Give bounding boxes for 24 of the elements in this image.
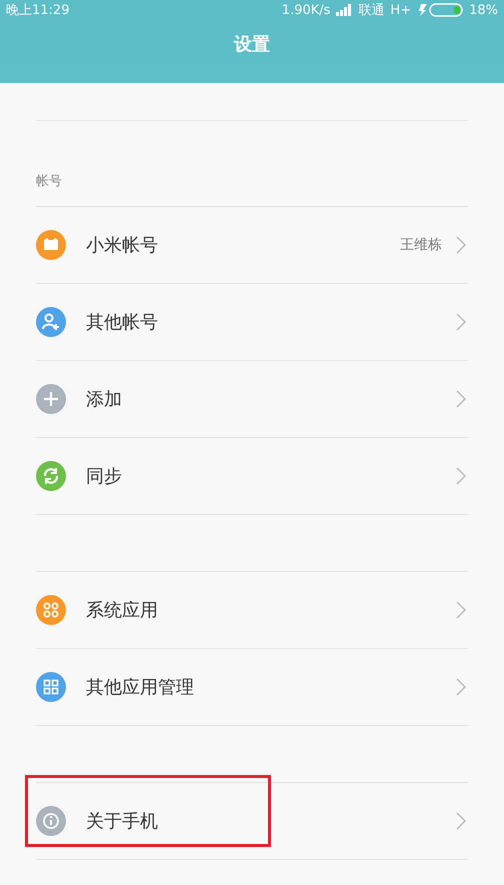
page-title: 设置 — [234, 34, 270, 55]
settings-item[interactable]: 系统应用 — [86, 598, 456, 622]
settings-item[interactable]: 添加 — [86, 387, 456, 411]
settings-item[interactable]: 关于手机 — [86, 809, 456, 833]
settings-item[interactable]: 其他帐号 — [86, 310, 456, 334]
settings-item[interactable]: 其他应用管理 — [86, 675, 456, 699]
chevron-icon — [456, 236, 466, 254]
chevron-icon — [456, 390, 466, 408]
battery-percent: 18% — [469, 2, 498, 18]
network-type: H+ — [390, 2, 412, 18]
settings-item[interactable]: 同步 — [86, 464, 456, 488]
signal-icon — [336, 4, 352, 16]
chevron-icon — [456, 313, 466, 331]
account-name: 王维栋 — [400, 236, 442, 254]
section-label: 帐号 — [36, 173, 62, 190]
chevron-icon — [456, 467, 466, 485]
settings-item[interactable]: 小米帐号 — [86, 233, 400, 257]
carrier-name: 联通 — [358, 2, 384, 19]
clock: 晚上11:29 — [6, 2, 70, 19]
chevron-icon — [456, 601, 466, 619]
network-speed: 1.90K/s — [282, 2, 330, 18]
chevron-icon — [456, 812, 466, 830]
chevron-icon — [456, 678, 466, 696]
battery-icon — [417, 3, 464, 17]
